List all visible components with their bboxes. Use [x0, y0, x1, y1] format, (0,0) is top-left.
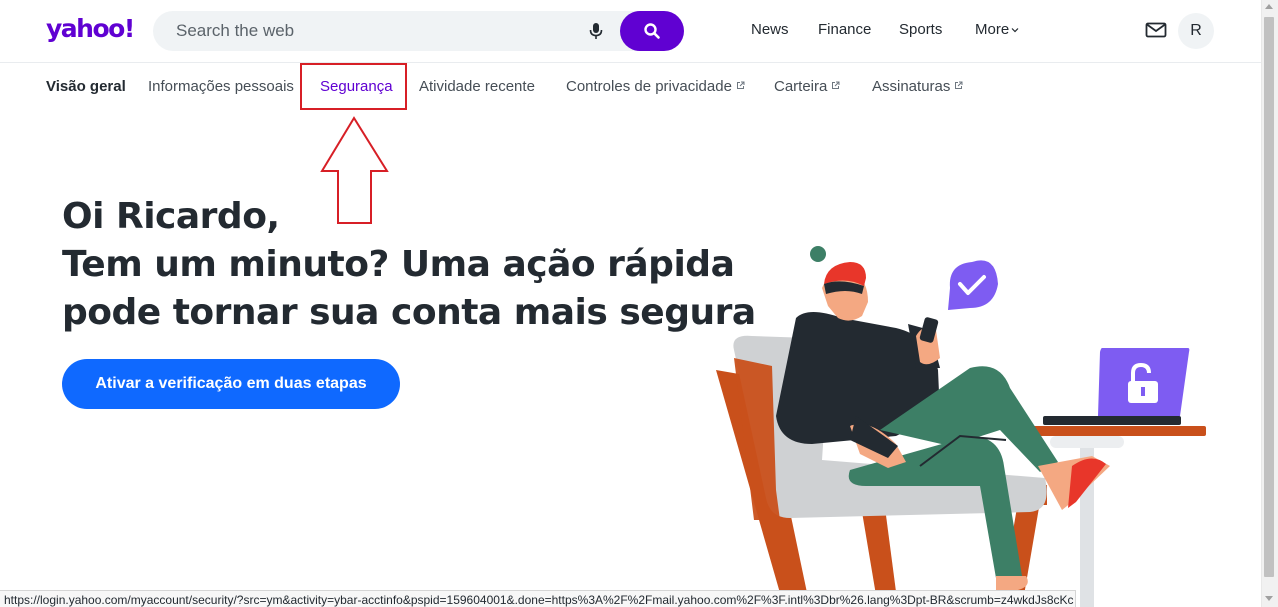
- avatar[interactable]: R: [1178, 13, 1214, 49]
- checkmark-icon: [948, 260, 998, 310]
- yahoo-logo[interactable]: yahoo!: [46, 14, 135, 43]
- external-link-icon: [736, 81, 745, 89]
- tab-atividade-recente[interactable]: Atividade recente: [419, 78, 535, 95]
- nav-more[interactable]: More: [975, 21, 1019, 38]
- hero-line-2: Tem um minuto? Uma ação rápida: [62, 244, 735, 285]
- external-link-icon: [955, 81, 963, 89]
- page: yahoo! News Finance Sports More R Visão …: [0, 0, 1278, 607]
- hero-heading: Oi Ricardo, Tem um minuto? Uma ação rápi…: [62, 193, 756, 337]
- tab-carteira[interactable]: Carteira: [774, 78, 840, 95]
- nav-sports[interactable]: Sports: [899, 21, 942, 38]
- chevron-down-icon: [1011, 28, 1019, 33]
- tab-assinaturas[interactable]: Assinaturas: [872, 78, 963, 95]
- tab-informacoes-pessoais[interactable]: Informações pessoais: [148, 78, 294, 95]
- hero-greeting: Oi Ricardo,: [62, 196, 280, 237]
- external-link-icon: [832, 81, 840, 89]
- tab-label: Assinaturas: [872, 78, 951, 95]
- mic-icon[interactable]: [587, 22, 605, 40]
- browser-status-url: https://login.yahoo.com/myaccount/securi…: [0, 590, 1076, 607]
- search-button[interactable]: [620, 11, 684, 51]
- security-illustration: [716, 246, 1206, 607]
- nav-finance[interactable]: Finance: [818, 21, 871, 38]
- hero-line-3: pode tornar sua conta mais segura: [62, 292, 756, 333]
- tab-controles-de-privacidade[interactable]: Controles de privacidade: [566, 78, 745, 95]
- header-divider: [0, 62, 1261, 63]
- scrollbar-thumb[interactable]: [1264, 17, 1274, 577]
- enable-two-step-button[interactable]: Ativar a verificação em duas etapas: [62, 359, 400, 409]
- scroll-down-arrow-icon[interactable]: [1265, 596, 1273, 601]
- search-input[interactable]: [176, 21, 556, 41]
- nav-more-label: More: [975, 21, 1010, 38]
- search-bar: [153, 11, 684, 51]
- tab-visao-geral[interactable]: Visão geral: [46, 78, 126, 95]
- tab-label: Carteira: [774, 78, 828, 95]
- scroll-up-arrow-icon[interactable]: [1265, 4, 1273, 9]
- annotation-highlight-box: [300, 63, 407, 110]
- mail-icon[interactable]: [1145, 21, 1167, 39]
- tab-label: Controles de privacidade: [566, 78, 732, 95]
- search-icon: [644, 23, 660, 39]
- nav-news[interactable]: News: [751, 21, 789, 38]
